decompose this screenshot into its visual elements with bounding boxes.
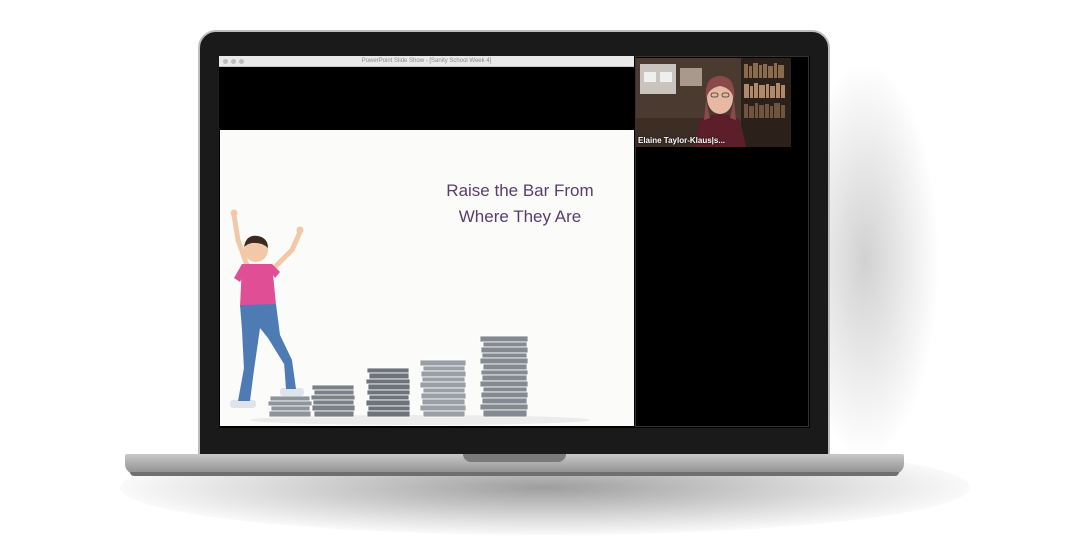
presentation-slide[interactable]: Raise the Bar From Where They Are [220, 130, 634, 426]
book-stack-2 [310, 384, 356, 418]
gallery-panel [635, 56, 809, 427]
laptop-screen: PowerPoint Slide Show - [Sanity School W… [219, 56, 810, 428]
window-title: PowerPoint Slide Show - [Sanity School W… [361, 58, 492, 64]
slideshow-title-bar[interactable]: PowerPoint Slide Show - [Sanity School W… [219, 56, 634, 67]
laptop-hinge-notch [463, 454, 566, 462]
book-stack-3 [365, 367, 411, 418]
book-stack-5 [479, 335, 529, 418]
laptop-base-bottom [130, 472, 899, 476]
book-stack-4 [419, 359, 467, 418]
laptop-base [125, 454, 904, 474]
boy-figure [230, 209, 304, 408]
book-stack-1 [267, 395, 313, 418]
boy-on-book-stairs-illustration [230, 209, 590, 425]
